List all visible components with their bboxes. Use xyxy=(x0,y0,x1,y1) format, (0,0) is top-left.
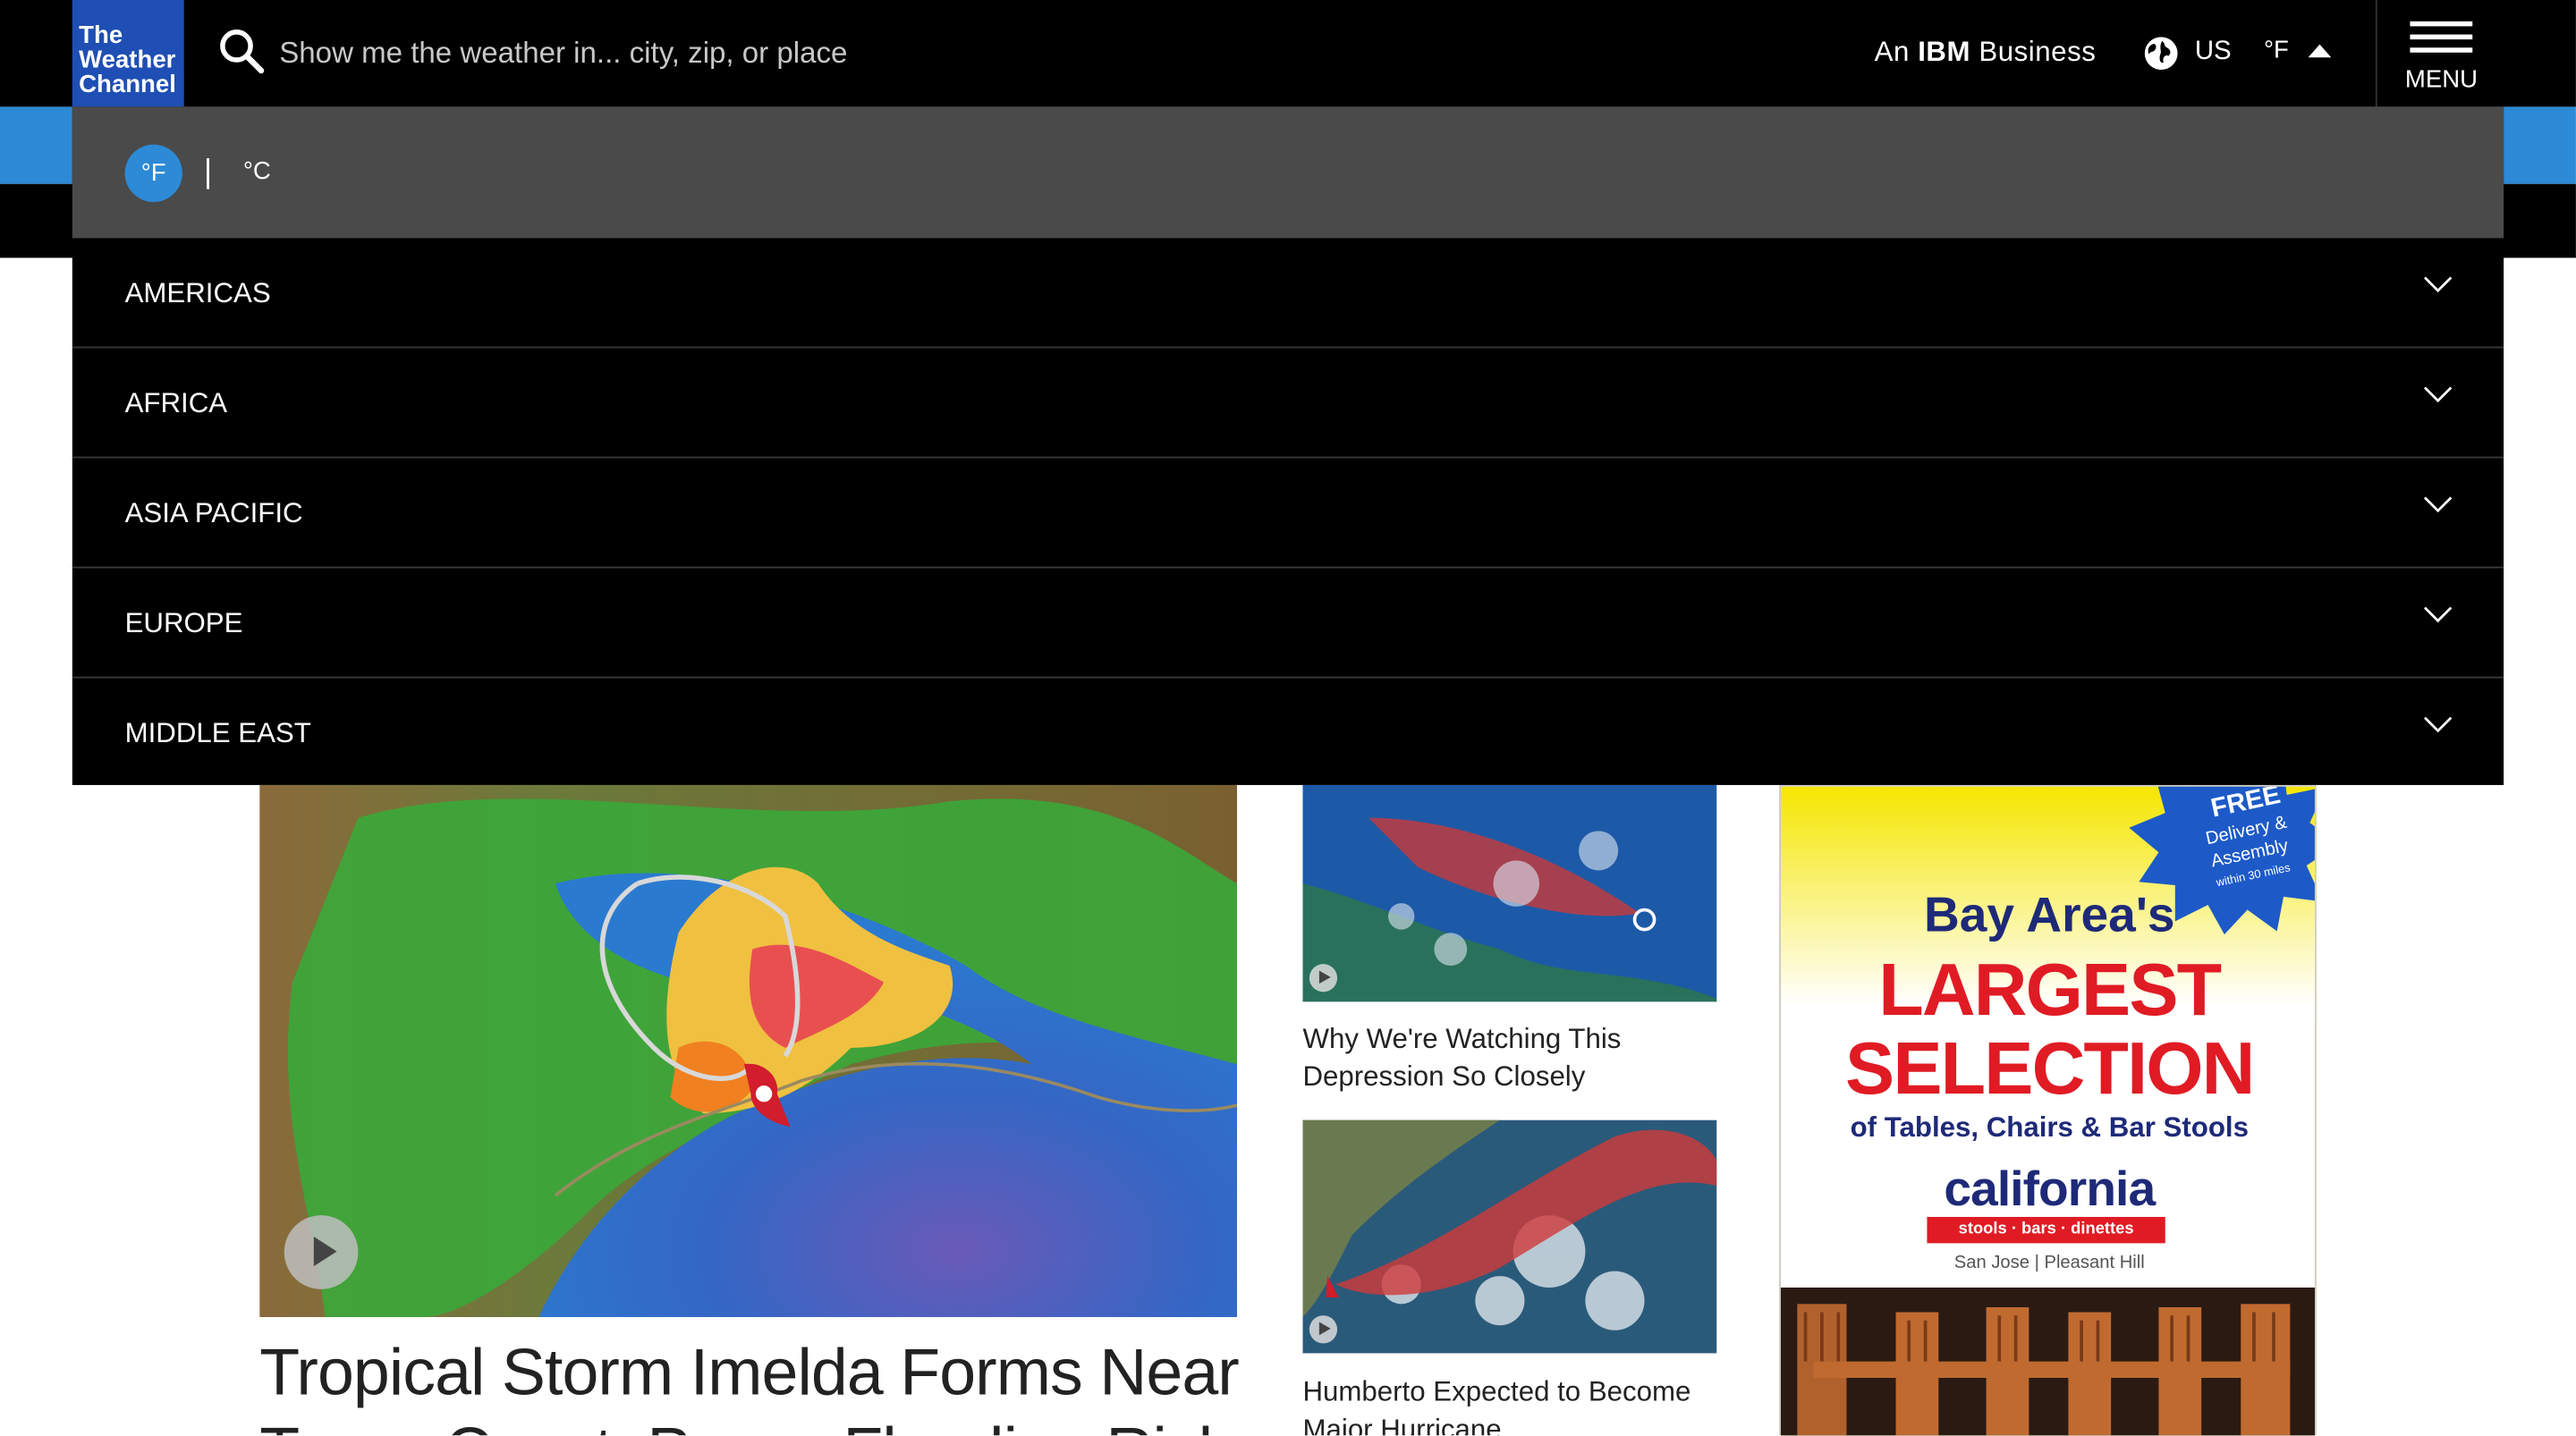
region-label: MIDDLE EAST xyxy=(124,717,311,749)
menu-button[interactable]: MENU xyxy=(2379,0,2576,106)
region-europe[interactable]: EUROPE xyxy=(72,568,2504,679)
fahrenheit-button[interactable]: °F xyxy=(124,144,182,202)
logo-line-1: The xyxy=(79,21,123,50)
ad-furniture-photo xyxy=(1780,1287,2315,1436)
ibm-business-label: An IBM Business xyxy=(1875,36,2097,69)
ad-headline-2: LARGEST xyxy=(1878,947,2222,1032)
ibm-prefix: An xyxy=(1874,36,1919,68)
region-americas[interactable]: AMERICAS xyxy=(72,238,2504,349)
ibm-suffix: Business xyxy=(1970,36,2097,68)
story-thumbnail-1[interactable] xyxy=(1302,784,1717,1002)
story-thumbnail-2[interactable] xyxy=(1302,1119,1717,1354)
story-title-2[interactable]: Humberto Expected to Become Major Hurric… xyxy=(1303,1373,1733,1435)
site-header: The Weather Channel An IBM Business US °… xyxy=(0,0,2576,107)
globe-icon[interactable] xyxy=(2144,36,2179,71)
story-title-1[interactable]: Why We're Watching This Depression So Cl… xyxy=(1303,1020,1733,1095)
unit-label: °F xyxy=(2263,36,2289,64)
main-story-image[interactable] xyxy=(259,784,1238,1318)
chevron-down-icon xyxy=(2423,716,2453,733)
chevron-down-icon xyxy=(2423,386,2453,403)
video-play-button-small[interactable] xyxy=(1309,1315,1338,1344)
region-selector[interactable]: US xyxy=(2195,38,2232,67)
region-africa[interactable]: AFRICA xyxy=(72,348,2504,459)
region-label: AMERICAS xyxy=(124,277,271,309)
video-play-button-small[interactable] xyxy=(1309,964,1338,993)
region-asia-pacific[interactable]: ASIA PACIFIC xyxy=(72,458,2504,569)
unit-selector-row: °F | °C xyxy=(72,106,2504,239)
video-play-button[interactable] xyxy=(284,1215,359,1289)
ad-headline-3: SELECTION xyxy=(1845,1026,2255,1111)
region-label: AFRICA xyxy=(124,387,228,419)
chevron-down-icon xyxy=(2423,496,2453,513)
chevron-down-icon xyxy=(2423,276,2453,293)
advertisement[interactable]: FREE Delivery & Assembly within 30 miles… xyxy=(1779,784,2317,1436)
ad-subline: of Tables, Chairs & Bar Stools xyxy=(1850,1111,2249,1144)
celsius-button[interactable]: °C xyxy=(243,157,271,185)
ibm-brand: IBM xyxy=(1918,36,1971,68)
chevron-down-icon xyxy=(2423,606,2453,623)
search-icon[interactable] xyxy=(216,26,266,75)
units-region-dropdown: °F | °C AMERICAS AFRICA ASIA PACIFIC EUR… xyxy=(72,106,2504,785)
unit-separator: | xyxy=(203,154,213,191)
search-input[interactable] xyxy=(279,28,1199,78)
unit-toggle[interactable]: °F xyxy=(2263,36,2332,64)
logo-line-2: Weather xyxy=(79,46,176,74)
main-story-headline[interactable]: Tropical Storm Imelda Forms Near Texas C… xyxy=(259,1333,1245,1435)
region-label: EUROPE xyxy=(124,607,243,639)
weather-channel-logo[interactable]: The Weather Channel xyxy=(72,0,184,107)
ad-brand: california xyxy=(1944,1162,2156,1217)
caret-up-icon xyxy=(2308,43,2332,57)
hamburger-icon xyxy=(2410,21,2473,61)
region-middle-east[interactable]: MIDDLE EAST xyxy=(72,679,2504,789)
header-divider xyxy=(2375,0,2377,107)
ad-locations: San Jose | Pleasant Hill xyxy=(1953,1253,2145,1273)
logo-line-3: Channel xyxy=(79,70,176,99)
ad-headline-1: Bay Area's xyxy=(1923,888,2175,943)
region-label: ASIA PACIFIC xyxy=(124,497,303,529)
ad-tagline: stools · bars · dinettes xyxy=(1927,1216,2165,1244)
menu-label: MENU xyxy=(2404,65,2479,94)
